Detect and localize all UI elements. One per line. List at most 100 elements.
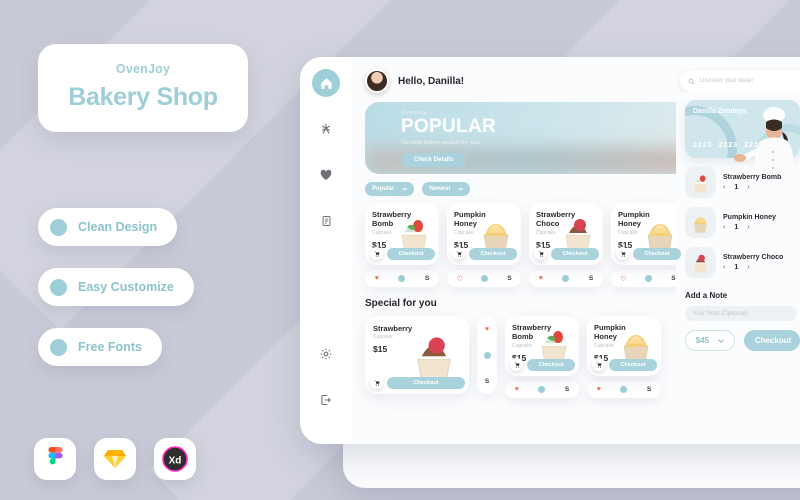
product-meta: ♥ S <box>505 381 579 398</box>
hero-banner: OvenJoy POPULAR Our best bakery product … <box>365 102 800 174</box>
check-details-button[interactable]: Check Details <box>401 152 467 167</box>
cart-item-thumbnail <box>685 207 716 238</box>
greeting-text: Hello, Danilla! <box>398 75 465 87</box>
filter-newest[interactable]: Newest <box>422 182 471 196</box>
promo-title-card: OvenJoyDashboard Bakery Shop <box>38 44 800 488</box>
product-card[interactable]: Pumpkin Honey Cupcake $15 Checkout <box>611 203 685 265</box>
size-label[interactable]: S <box>485 378 489 385</box>
cart-item-thumbnail <box>685 247 716 278</box>
color-swatch-icon[interactable] <box>620 386 628 393</box>
color-swatch-icon[interactable] <box>562 275 570 282</box>
note-placeholder: Your Note (Optional) <box>693 310 748 317</box>
sidebar-nav <box>300 57 352 444</box>
sidebar-item-favorites[interactable] <box>312 161 340 189</box>
chevron-down-icon <box>458 187 464 191</box>
note-input[interactable]: Your Note (Optional) <box>685 306 797 321</box>
checkout-button[interactable]: Checkout <box>527 358 575 371</box>
sidebar-item-home[interactable] <box>312 69 340 97</box>
search-placeholder: Discover your taste! <box>700 78 754 84</box>
sketch-icon <box>94 438 136 480</box>
color-swatch-icon[interactable] <box>645 275 653 282</box>
product-title: Strawberry Choco <box>536 210 576 229</box>
avatar[interactable] <box>365 69 389 93</box>
qty-increase-button[interactable]: › <box>747 224 749 231</box>
product-card[interactable]: Pumpkin Honey Cupcake $15 Che <box>587 316 661 376</box>
logout-icon[interactable] <box>312 386 340 414</box>
bullet-icon <box>50 278 67 296</box>
product-card[interactable]: Strawberry Bomb Cupcake $15 <box>505 316 579 376</box>
product-meta: ♥ S <box>365 270 439 287</box>
adobe-xd-icon: Xd <box>154 438 196 480</box>
product-title: Strawberry Bomb <box>512 323 552 342</box>
search-input[interactable]: Discover your taste! <box>680 70 800 92</box>
product-card[interactable]: Strawberry Choco Cupcake $15 Checkout <box>529 203 603 265</box>
color-swatch-icon[interactable] <box>481 275 489 282</box>
sidebar-item-card[interactable] <box>312 207 340 235</box>
add-to-cart-button[interactable] <box>616 247 629 260</box>
color-swatch-icon[interactable] <box>398 275 406 282</box>
topbar: Hello, Danilla! Discover your taste! <box>365 69 800 93</box>
total-price-select[interactable]: $45 <box>685 330 735 351</box>
filter-popular[interactable]: Popular <box>365 182 415 196</box>
qty-increase-button[interactable]: › <box>747 184 749 191</box>
favorite-icon[interactable]: ♥ <box>515 386 519 393</box>
size-label[interactable]: S <box>671 275 675 282</box>
feature-badge: Clean Design <box>38 208 178 246</box>
total-price-value: $45 <box>695 336 710 345</box>
panel-checkout-button[interactable]: Checkout <box>743 330 800 351</box>
qty-decrease-button[interactable]: ‹ <box>723 264 725 271</box>
size-label[interactable]: S <box>565 386 569 393</box>
size-label[interactable]: S <box>647 386 651 393</box>
favorite-icon[interactable]: ♡ <box>620 275 626 283</box>
favorite-icon[interactable]: ♥ <box>485 326 489 333</box>
checkout-button[interactable]: Checkout <box>387 376 465 389</box>
brand-name: OvenJoy <box>115 62 171 76</box>
special-product: Pumpkin Honey Cupcake $15 Che <box>587 316 661 398</box>
checkout-button[interactable]: Checkout <box>551 247 599 260</box>
add-to-cart-button[interactable] <box>592 358 605 371</box>
product-meta: ♡ S <box>447 270 521 287</box>
qty-value: 1 <box>734 224 739 231</box>
feature-badge-label: Easy Customize <box>78 280 174 294</box>
cart-item-name: Pumpkin Honey <box>723 214 776 221</box>
qty-increase-button[interactable]: › <box>747 264 749 271</box>
add-to-cart-button[interactable] <box>370 247 383 260</box>
product-subtitle: Cupcake <box>618 229 638 236</box>
color-swatch-icon[interactable] <box>538 386 546 393</box>
featured-product-card[interactable]: Strawberry Cupcake $15 Checkout <box>365 316 469 394</box>
checkout-row: $45 Checkout <box>685 330 800 351</box>
checkout-button[interactable]: Checkout <box>609 358 657 371</box>
promo-subtitle: OvenJoyDashboard <box>48 62 800 488</box>
add-to-cart-button[interactable] <box>510 358 523 371</box>
settings-icon[interactable] <box>312 340 340 368</box>
add-to-cart-button[interactable] <box>534 247 547 260</box>
add-to-cart-button[interactable] <box>370 376 383 389</box>
product-card[interactable]: Pumpkin Honey Cupcake $15 Checkout <box>447 203 521 265</box>
checkout-button[interactable]: Checkout <box>633 247 681 260</box>
add-to-cart-button[interactable] <box>452 247 465 260</box>
cart-item-name: Strawberry Bomb <box>723 174 782 181</box>
product-title: Strawberry <box>373 324 413 333</box>
size-label[interactable]: S <box>425 275 429 282</box>
cart-item-thumbnail <box>685 167 716 198</box>
search-icon <box>688 78 695 84</box>
product-card[interactable]: Strawberry Bomb Cupcake $15 Checkout <box>365 203 439 265</box>
favorite-icon[interactable]: ♥ <box>539 275 543 282</box>
qty-decrease-button[interactable]: ‹ <box>723 184 725 191</box>
feature-badge-label: Clean Design <box>78 220 158 234</box>
favorite-icon[interactable]: ♥ <box>597 386 601 393</box>
checkout-button[interactable]: Checkout <box>387 247 435 260</box>
size-label[interactable]: S <box>589 275 593 282</box>
favorite-icon[interactable]: ♡ <box>456 275 462 283</box>
cart-item: Strawberry Choco ‹ 1 › <box>685 247 800 278</box>
qty-decrease-button[interactable]: ‹ <box>723 224 725 231</box>
qty-value: 1 <box>734 184 739 191</box>
quantity-stepper: ‹ 1 › <box>723 224 776 231</box>
checkout-button[interactable]: Checkout <box>469 247 517 260</box>
sidebar-item-whisk[interactable] <box>312 115 340 143</box>
app-icon-list: Xd <box>34 438 196 480</box>
color-swatch-icon[interactable] <box>483 351 491 359</box>
product-subtitle: Cupcake <box>512 342 532 349</box>
favorite-icon[interactable]: ♥ <box>375 275 379 282</box>
size-label[interactable]: S <box>507 275 511 282</box>
